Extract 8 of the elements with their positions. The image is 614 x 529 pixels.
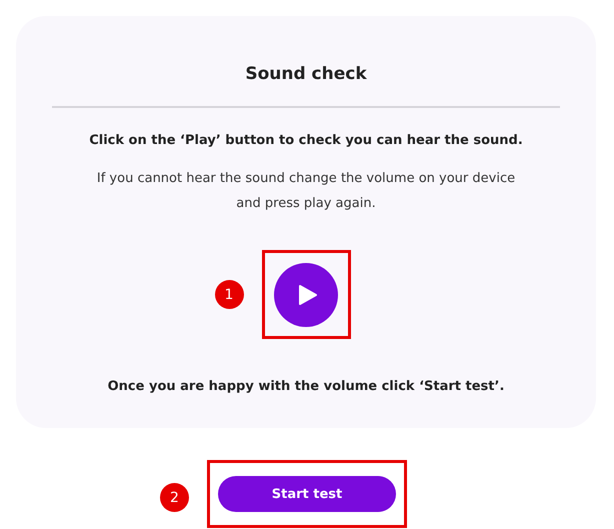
play-icon: [298, 284, 318, 306]
step-number: 2: [160, 483, 189, 512]
instruction-text: Click on the ‘Play’ button to check you can hear the sound.: [89, 133, 523, 148]
closing-text: Once you are happy with the volume click ‘Start test’.: [108, 379, 504, 394]
start-test-button[interactable]: Start test: [218, 476, 396, 512]
help-text: If you cannot hear the sound change the volume on your device and press play again.: [96, 170, 516, 213]
step-number: 1: [214, 280, 244, 309]
card-title: Sound check: [245, 64, 367, 84]
